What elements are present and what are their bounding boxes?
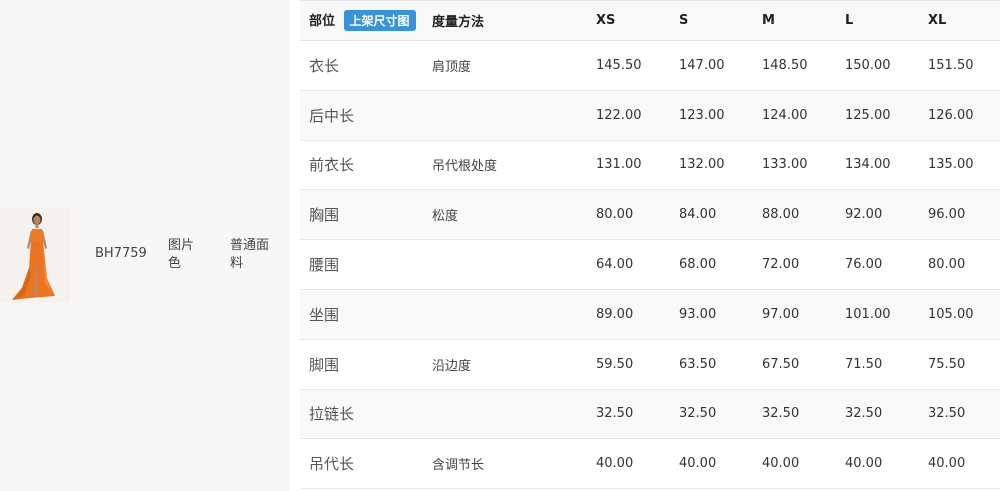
row-method: [432, 240, 596, 290]
value-m: 97.00: [762, 306, 800, 322]
value-m: 124.00: [762, 107, 808, 123]
table-row: 拉链长 32.50 32.50 32.50 32.50 32.50: [300, 389, 1000, 439]
header-part: 部位 上架尺寸图: [300, 0, 432, 41]
value-xl: 135.00: [928, 157, 974, 173]
product-panel: BH7759 图片色 普通面料: [0, 0, 290, 491]
value-xl: 96.00: [928, 207, 966, 223]
row-method: [432, 389, 596, 439]
value-xs: 131.00: [596, 157, 642, 173]
table-row: 后中长 122.00 123.00 124.00 125.00 126.00: [300, 90, 1000, 141]
value-s: 68.00: [679, 257, 717, 273]
header-part-label: 部位: [309, 14, 336, 29]
value-xs: 89.00: [596, 306, 634, 322]
header-method: 度量方法: [432, 0, 596, 41]
row-method: 肩顶度: [432, 59, 472, 75]
value-s: 63.50: [679, 356, 717, 372]
row-method: 沿边度: [432, 358, 472, 374]
value-xs: 80.00: [596, 207, 634, 223]
value-l: 92.00: [845, 207, 883, 223]
row-part: 衣长: [309, 56, 340, 75]
product-row: BH7759 图片色 普通面料: [0, 208, 290, 303]
row-part: 脚围: [309, 355, 340, 374]
value-s: 32.50: [679, 406, 717, 422]
value-s: 93.00: [679, 306, 717, 322]
value-xl: 151.50: [928, 57, 974, 73]
row-part: 拉链长: [309, 405, 355, 424]
value-xl: 105.00: [928, 306, 974, 322]
table-row: 腰围 64.00 68.00 72.00 76.00 80.00: [300, 239, 1000, 290]
header-size-l: L: [845, 0, 928, 41]
value-s: 84.00: [679, 207, 717, 223]
value-m: 40.00: [762, 456, 800, 472]
header-size-xs: XS: [596, 0, 679, 41]
row-method: 含调节长: [432, 458, 485, 474]
row-method: [432, 289, 596, 339]
size-chart-page: BH7759 图片色 普通面料 部位 上架尺寸图 度量方法 XS S M L X…: [0, 0, 1000, 491]
value-m: 32.50: [762, 406, 800, 422]
table-header-row: 部位 上架尺寸图 度量方法 XS S M L XL: [300, 0, 1000, 41]
value-s: 40.00: [679, 456, 717, 472]
row-part: 腰围: [309, 256, 340, 275]
value-l: 40.00: [845, 456, 883, 472]
sku-code: BH7759: [95, 246, 147, 261]
value-xl: 75.50: [928, 356, 966, 372]
value-m: 72.00: [762, 257, 800, 273]
dress-photo-icon[interactable]: [0, 208, 71, 303]
row-method: [432, 90, 596, 140]
table-row: 吊代长 含调节长 40.00 40.00 40.00 40.00 40.00: [300, 438, 1000, 489]
header-size-s: S: [679, 0, 762, 41]
table-row: 坐围 89.00 93.00 97.00 101.00 105.00: [300, 289, 1000, 340]
value-l: 76.00: [845, 257, 883, 273]
table-row: 脚围 沿边度 59.50 63.50 67.50 71.50 75.50: [300, 339, 1000, 390]
value-m: 133.00: [762, 157, 808, 173]
table-row: 胸围 松度 80.00 84.00 88.00 92.00 96.00: [300, 189, 1000, 240]
size-table: 部位 上架尺寸图 度量方法 XS S M L XL 衣长 肩顶度 145.50 …: [300, 0, 1000, 489]
value-l: 32.50: [845, 406, 883, 422]
value-xs: 122.00: [596, 107, 642, 123]
value-xs: 64.00: [596, 257, 634, 273]
value-m: 67.50: [762, 356, 800, 372]
row-method: 吊代根处度: [432, 159, 498, 175]
row-part: 胸围: [309, 206, 340, 225]
value-l: 134.00: [845, 157, 891, 173]
fabric-type: 普通面料: [230, 238, 270, 271]
value-l: 71.50: [845, 356, 883, 372]
value-xl: 80.00: [928, 257, 966, 273]
listing-size-chart-button[interactable]: 上架尺寸图: [343, 10, 416, 31]
value-xl: 40.00: [928, 456, 966, 472]
value-m: 88.00: [762, 207, 800, 223]
row-part: 前衣长: [309, 156, 355, 175]
value-xl: 32.50: [928, 406, 966, 422]
value-xs: 59.50: [596, 356, 634, 372]
value-xl: 126.00: [928, 107, 974, 123]
value-l: 150.00: [845, 57, 891, 73]
value-l: 101.00: [845, 306, 891, 322]
value-l: 125.00: [845, 107, 891, 123]
value-s: 123.00: [679, 107, 725, 123]
value-s: 147.00: [679, 57, 725, 73]
row-method: 松度: [432, 209, 459, 225]
value-xs: 32.50: [596, 406, 634, 422]
header-size-xl: XL: [928, 0, 1000, 41]
header-size-m: M: [762, 0, 845, 41]
size-table-container: 部位 上架尺寸图 度量方法 XS S M L XL 衣长 肩顶度 145.50 …: [300, 0, 1000, 491]
row-part: 坐围: [309, 305, 340, 324]
table-row: 前衣长 吊代根处度 131.00 132.00 133.00 134.00 13…: [300, 140, 1000, 190]
value-xs: 40.00: [596, 456, 634, 472]
row-part: 吊代长: [309, 455, 355, 474]
value-m: 148.50: [762, 57, 808, 73]
value-s: 132.00: [679, 157, 725, 173]
row-part: 后中长: [309, 106, 355, 125]
table-row: 衣长 肩顶度 145.50 147.00 148.50 150.00 151.5…: [300, 40, 1000, 91]
color-name: 图片色: [168, 238, 195, 271]
value-xs: 145.50: [596, 57, 642, 73]
